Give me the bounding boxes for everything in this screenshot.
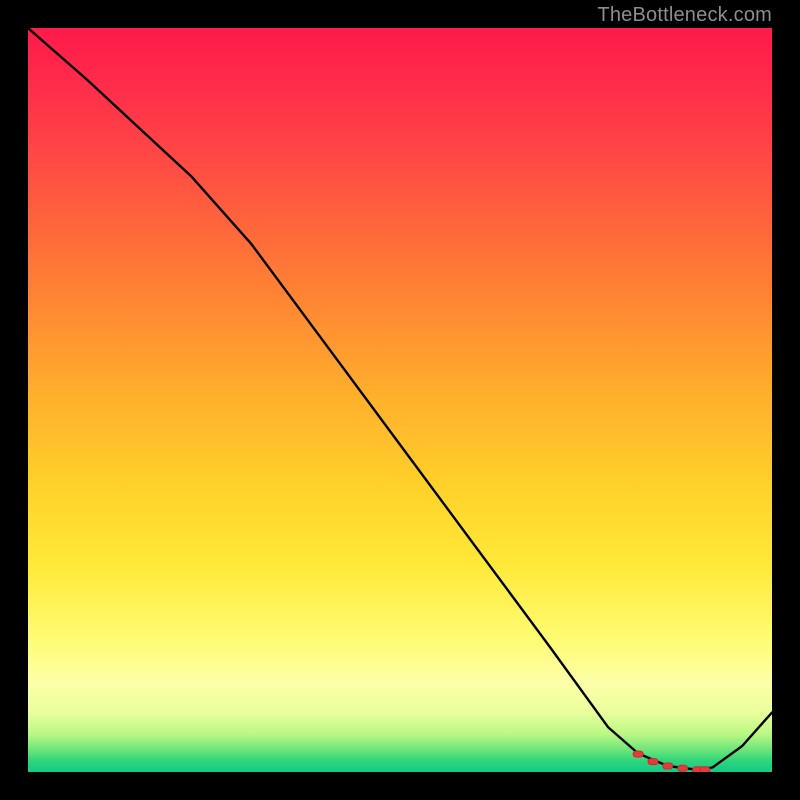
chart-svg [28, 28, 772, 772]
marker-point [663, 763, 673, 769]
marker-point [633, 751, 643, 757]
chart-frame: TheBottleneck.com [0, 0, 800, 800]
marker-point [648, 759, 658, 765]
bottleneck-curve [28, 28, 772, 770]
marker-point [678, 765, 688, 771]
marker-point [700, 767, 710, 772]
marker-point [693, 767, 703, 772]
plot-area [28, 28, 772, 772]
watermark-text: TheBottleneck.com [597, 4, 772, 27]
optimal-range-markers [633, 751, 710, 772]
